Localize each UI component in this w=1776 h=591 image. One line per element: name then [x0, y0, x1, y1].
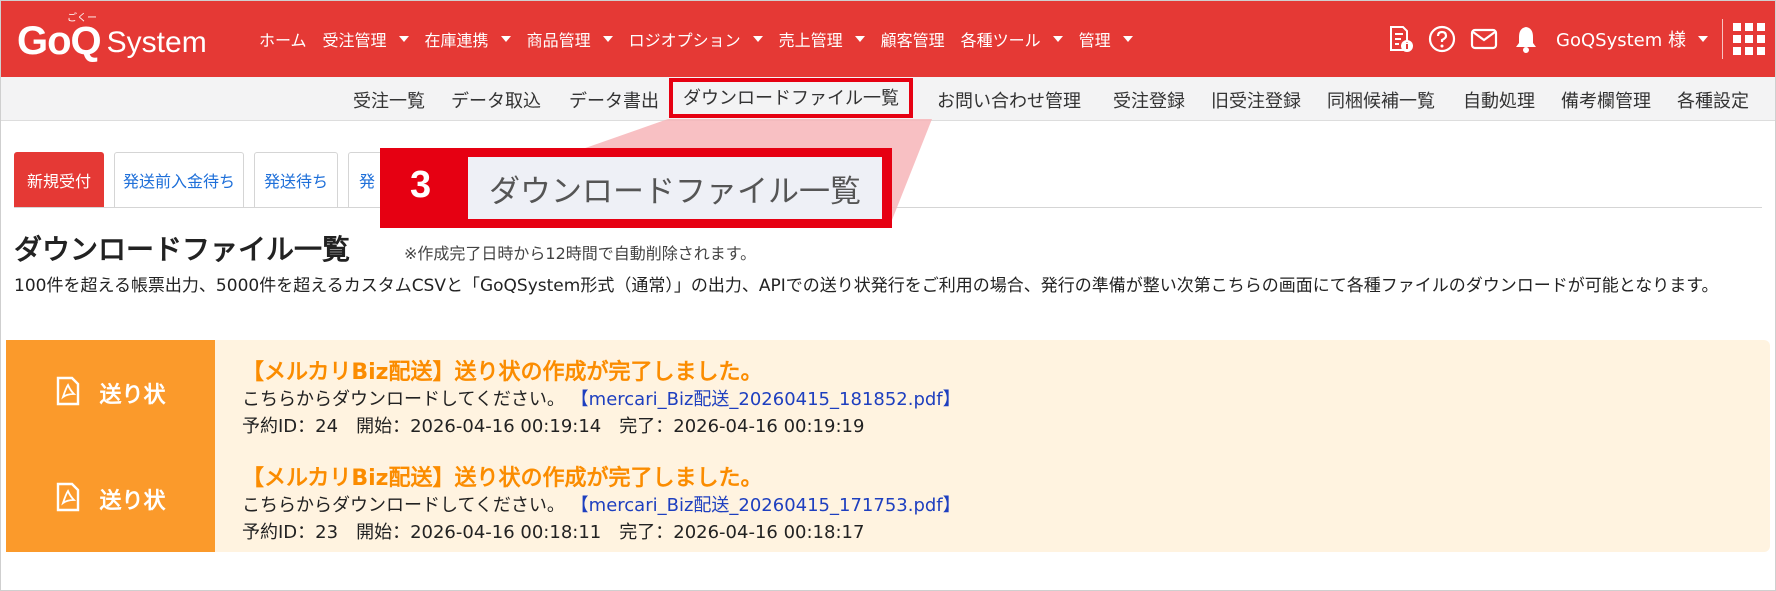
- subnav-order-list[interactable]: 受注一覧: [353, 87, 425, 113]
- nav-customer-management[interactable]: 顧客管理: [881, 27, 945, 51]
- nav-product-management[interactable]: 商品管理: [527, 27, 613, 51]
- download-item-title: 【メルカリBiz配送】送り状の作成が完了しました。: [242, 360, 763, 385]
- download-item-type: 送り状: [6, 446, 215, 552]
- status-tabs: 新規受付 発送前入金待ち 発送待ち 発: [14, 152, 398, 208]
- chevron-down-icon: [1698, 36, 1708, 42]
- help-icon[interactable]: [1422, 19, 1462, 59]
- download-file-link[interactable]: 【mercari_Biz配送_20260415_181852.pdf】: [571, 389, 961, 410]
- page-note: ※作成完了日時から12時間で自動削除されます。: [404, 244, 757, 263]
- nav-tools[interactable]: 各種ツール: [961, 27, 1063, 51]
- header-right: GoQSystem 様: [1378, 1, 1765, 77]
- subnav-data-import[interactable]: データ取込: [451, 87, 541, 113]
- chevron-down-icon: [602, 36, 613, 42]
- nav-order-management[interactable]: 受注管理: [323, 27, 409, 51]
- nav-sales-management[interactable]: 売上管理: [779, 27, 865, 51]
- nav-admin[interactable]: 管理: [1079, 27, 1133, 51]
- step-number: 3: [410, 164, 432, 206]
- bell-icon[interactable]: [1506, 19, 1546, 59]
- pdf-file-icon: [55, 482, 81, 516]
- download-item-meta: 予約ID：24 開始：2026-04-16 00:19:14 完了：2026-0…: [242, 416, 865, 437]
- download-prompt: こちらからダウンロードしてください。: [242, 389, 565, 410]
- nav-inventory-sync[interactable]: 在庫連携: [425, 27, 511, 51]
- page-title: ダウンロードファイル一覧: [14, 233, 351, 266]
- download-item-title: 【メルカリBiz配送】送り状の作成が完了しました。: [242, 466, 763, 491]
- tab-awaiting-prepayment[interactable]: 発送前入金待ち: [114, 152, 244, 208]
- chevron-down-icon: [398, 36, 409, 42]
- logo-brand: GoQ: [17, 19, 102, 63]
- chevron-down-icon: [1052, 36, 1063, 42]
- main-nav: ホーム 受注管理 在庫連携 商品管理 ロジオプション 売上管理 顧客管理 各種ツ…: [259, 1, 1149, 77]
- subnav-data-export[interactable]: データ書出: [569, 87, 659, 113]
- pdf-file-icon: [55, 376, 81, 410]
- tab-awaiting-shipment[interactable]: 発送待ち: [254, 152, 338, 208]
- page-description: 100件を超える帳票出力、5000件を超えるカスタムCSVと「GoQSystem…: [14, 276, 1719, 296]
- download-file-link[interactable]: 【mercari_Biz配送_20260415_171753.pdf】: [571, 495, 961, 516]
- subnav-auto-processing[interactable]: 自動処理: [1463, 87, 1535, 113]
- user-menu[interactable]: GoQSystem 様: [1556, 26, 1708, 52]
- chevron-down-icon: [500, 36, 511, 42]
- subnav-inquiry-management[interactable]: お問い合わせ管理: [937, 87, 1081, 113]
- download-item-meta: 予約ID：23 開始：2026-04-16 00:18:11 完了：2026-0…: [242, 522, 865, 543]
- document-info-icon[interactable]: [1380, 19, 1420, 59]
- goq-system-logo[interactable]: ごくー GoQ System: [17, 13, 207, 63]
- chevron-down-icon: [1122, 36, 1133, 42]
- chevron-down-icon: [752, 36, 763, 42]
- nav-home[interactable]: ホーム: [259, 27, 307, 51]
- subnav-download-file-list[interactable]: ダウンロードファイル一覧: [669, 78, 913, 118]
- subnav-settings[interactable]: 各種設定: [1677, 87, 1749, 113]
- top-navbar: ごくー GoQ System ホーム 受注管理 在庫連携 商品管理 ロジオプショ…: [1, 1, 1775, 77]
- download-item: 送り状 【メルカリBiz配送】送り状の作成が完了しました。 こちらからダウンロー…: [6, 446, 1770, 552]
- logo-suffix: System: [106, 26, 207, 59]
- download-item: 送り状 【メルカリBiz配送】送り状の作成が完了しました。 こちらからダウンロー…: [6, 340, 1770, 446]
- divider: [1722, 19, 1723, 59]
- subnav-order-registration[interactable]: 受注登録: [1113, 87, 1185, 113]
- subnav-old-order-registration[interactable]: 旧受注登録: [1211, 87, 1301, 113]
- logo-ruby: ごくー: [67, 13, 97, 24]
- apps-grid-icon[interactable]: [1733, 23, 1765, 55]
- mail-icon[interactable]: [1464, 19, 1504, 59]
- chevron-down-icon: [854, 36, 865, 42]
- download-item-line: こちらからダウンロードしてください。 【mercari_Biz配送_202604…: [242, 491, 961, 517]
- nav-logi-option[interactable]: ロジオプション: [629, 27, 763, 51]
- subnav-remarks-management[interactable]: 備考欄管理: [1561, 87, 1651, 113]
- subnav-bundle-candidates[interactable]: 同梱候補一覧: [1327, 87, 1435, 113]
- download-prompt: こちらからダウンロードしてください。: [242, 495, 565, 516]
- download-item-type: 送り状: [6, 340, 215, 446]
- step-label: ダウンロードファイル一覧: [468, 157, 882, 219]
- step-callout: 3 ダウンロードファイル一覧: [380, 148, 892, 228]
- tab-new-orders[interactable]: 新規受付: [14, 152, 104, 208]
- download-item-line: こちらからダウンロードしてください。 【mercari_Biz配送_202604…: [242, 385, 961, 411]
- file-kind: 送り状: [99, 489, 166, 514]
- sub-nav: 受注一覧 データ取込 データ書出 ダウンロードファイル一覧 お問い合わせ管理 受…: [1, 77, 1775, 121]
- file-kind: 送り状: [99, 383, 166, 408]
